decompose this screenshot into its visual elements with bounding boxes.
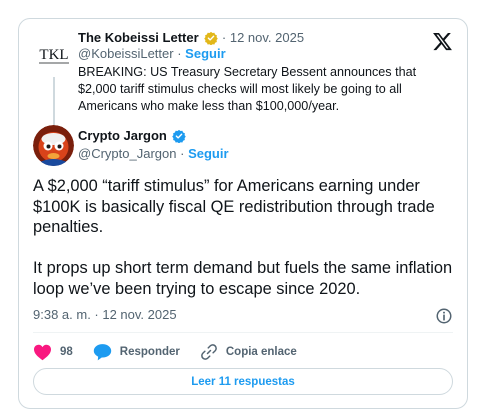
copy-link-button[interactable]: Copia enlace — [200, 343, 297, 361]
separator-dot: · — [180, 146, 185, 161]
link-icon — [200, 344, 217, 360]
like-button[interactable]: 98 — [33, 344, 73, 361]
follow-crypto-jargon-link[interactable]: Seguir — [188, 146, 228, 161]
tweet-actions: 98 Responder Copia enlace — [33, 341, 317, 363]
main-tweet-header: Crypto Jargon — [78, 128, 187, 144]
kobeissi-avatar[interactable]: TKL — [36, 37, 72, 73]
follow-kobeissi-link[interactable]: Seguir — [185, 46, 225, 61]
parent-author-handle[interactable]: @KobeissiLetter — [78, 46, 174, 61]
tweet-paragraph: It props up short term demand but fuels … — [33, 259, 453, 298]
main-author-name[interactable]: Crypto Jargon — [78, 128, 167, 143]
divider — [33, 332, 453, 333]
tweet-timestamp[interactable]: 9:38 a. m. · 12 nov. 2025 — [33, 307, 177, 323]
parent-tweet-header: The Kobeissi Letter · 12 nov. 2025 — [78, 30, 417, 46]
main-handle-row: @Crypto_Jargon · Seguir — [78, 146, 229, 162]
like-count: 98 — [60, 346, 73, 358]
crypto-jargon-avatar[interactable] — [33, 125, 74, 166]
copy-link-label: Copia enlace — [225, 346, 297, 358]
read-replies-button[interactable]: Leer 11 respuestas — [33, 368, 453, 395]
avatar-logo-text: TKL — [39, 47, 68, 63]
parent-author-name[interactable]: The Kobeissi Letter — [78, 30, 199, 45]
main-author-handle[interactable]: @Crypto_Jargon — [78, 146, 176, 161]
main-tweet-text: A $2,000 “tariff stimulus” for Americans… — [33, 176, 458, 300]
embedded-tweet-card[interactable]: TKL The Kobeissi Letter · 12 nov. 2025 @… — [18, 18, 468, 409]
info-icon[interactable] — [435, 307, 453, 325]
reply-button[interactable]: Responder — [93, 343, 180, 361]
blue-verified-badge-icon — [172, 129, 187, 143]
reply-bubble-icon — [93, 344, 112, 361]
parent-tweet-text: BREAKING: US Treasury Secretary Bessent … — [78, 65, 417, 113]
heart-icon — [34, 344, 51, 360]
parent-tweet-date[interactable]: 12 nov. 2025 — [230, 30, 304, 45]
x-logo-icon[interactable] — [432, 31, 453, 52]
separator-dot: · — [221, 30, 227, 45]
reply-label: Responder — [119, 346, 180, 358]
parent-handle-row: @KobeissiLetter · Seguir — [78, 46, 226, 62]
gold-verified-badge-icon — [204, 31, 219, 45]
tweet-paragraph: A $2,000 “tariff stimulus” for Americans… — [33, 177, 435, 237]
separator-dot: · — [177, 46, 182, 61]
